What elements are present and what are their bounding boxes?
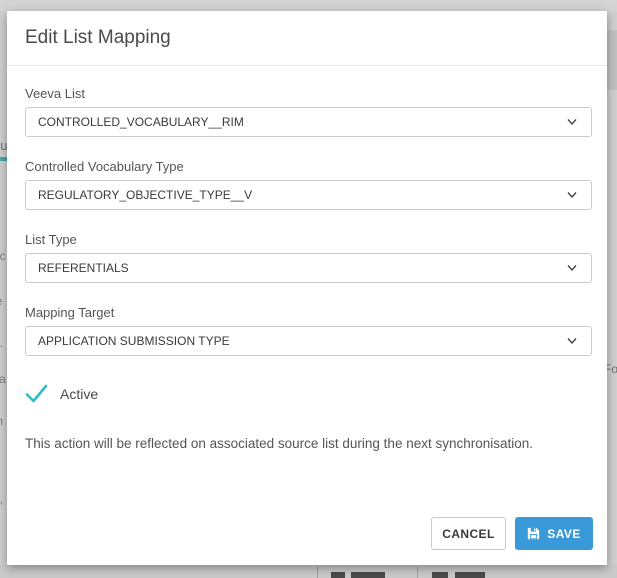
clipped-bg-text: oc <box>0 249 7 263</box>
veeva-list-label: Veeva List <box>25 86 592 101</box>
mapping-target-select[interactable]: APPLICATION SUBMISSION TYPE <box>25 326 592 356</box>
mapping-target-label: Mapping Target <box>25 305 592 320</box>
list-type-selected-value: REFERENTIALS <box>38 261 129 275</box>
chevron-down-icon <box>567 191 577 199</box>
chevron-down-icon <box>567 118 577 126</box>
clipped-bg-text: sa <box>0 372 7 386</box>
mapping-target-selected-value: APPLICATION SUBMISSION TYPE <box>38 334 230 348</box>
cancel-button[interactable]: CANCEL <box>431 517 506 550</box>
backdrop-bottom-table-edge <box>0 565 617 578</box>
dialog-header: Edit List Mapping <box>7 11 607 66</box>
edit-list-mapping-dialog: Edit List Mapping Veeva List CONTROLLED_… <box>7 11 607 565</box>
save-button[interactable]: SAVE <box>515 517 593 550</box>
dialog-footer: CANCEL SAVE <box>7 517 607 565</box>
clipped-bg-text: m <box>0 414 7 428</box>
veeva-list-select[interactable]: CONTROLLED_VOCABULARY__RIM <box>25 107 592 137</box>
field-controlled-vocabulary-type: Controlled Vocabulary Type REGULATORY_OB… <box>25 159 592 210</box>
bg-table-column-divider <box>317 567 318 578</box>
bg-active-tab-underline <box>0 157 7 161</box>
clipped-bg-table-text <box>455 572 485 578</box>
checkmark-icon <box>25 384 48 403</box>
active-checkbox[interactable]: Active <box>25 384 592 403</box>
clipped-bg-text: p. <box>0 336 7 350</box>
clipped-bg-text: je <box>0 294 7 308</box>
clipped-bg-text: gu <box>0 138 7 153</box>
clipped-bg-table-text <box>432 572 448 578</box>
controlled-vocabulary-type-label: Controlled Vocabulary Type <box>25 159 592 174</box>
dialog-title: Edit List Mapping <box>25 27 171 49</box>
bg-table-column-divider <box>417 567 418 578</box>
list-type-select[interactable]: REFERENTIALS <box>25 253 592 283</box>
clipped-bg-text: Fo <box>607 362 617 376</box>
sync-info-text: This action will be reflected on associa… <box>25 436 592 451</box>
backdrop-left-edge: gu oc je p. sa m p e, <box>0 0 7 578</box>
backdrop-top-strip <box>0 0 617 11</box>
bg-panel-edge <box>607 30 617 90</box>
field-mapping-target: Mapping Target APPLICATION SUBMISSION TY… <box>25 305 592 356</box>
clipped-bg-text: p <box>0 454 7 468</box>
veeva-list-selected-value: CONTROLLED_VOCABULARY__RIM <box>38 115 244 129</box>
controlled-vocabulary-type-selected-value: REGULATORY_OBJECTIVE_TYPE__V <box>38 188 252 202</box>
clipped-bg-text: e, <box>0 492 7 506</box>
list-type-label: List Type <box>25 232 592 247</box>
backdrop-right-edge: Fo <box>607 0 617 578</box>
clipped-bg-table-text <box>351 572 385 578</box>
controlled-vocabulary-type-select[interactable]: REGULATORY_OBJECTIVE_TYPE__V <box>25 180 592 210</box>
chevron-down-icon <box>567 337 577 345</box>
chevron-down-icon <box>567 264 577 272</box>
field-list-type: List Type REFERENTIALS <box>25 232 592 283</box>
dialog-body: Veeva List CONTROLLED_VOCABULARY__RIM Co… <box>7 66 607 517</box>
save-floppy-icon <box>527 527 540 540</box>
field-veeva-list: Veeva List CONTROLLED_VOCABULARY__RIM <box>25 86 592 137</box>
active-checkbox-label: Active <box>60 386 98 402</box>
save-button-label: SAVE <box>547 527 580 541</box>
clipped-bg-table-text <box>331 572 345 578</box>
